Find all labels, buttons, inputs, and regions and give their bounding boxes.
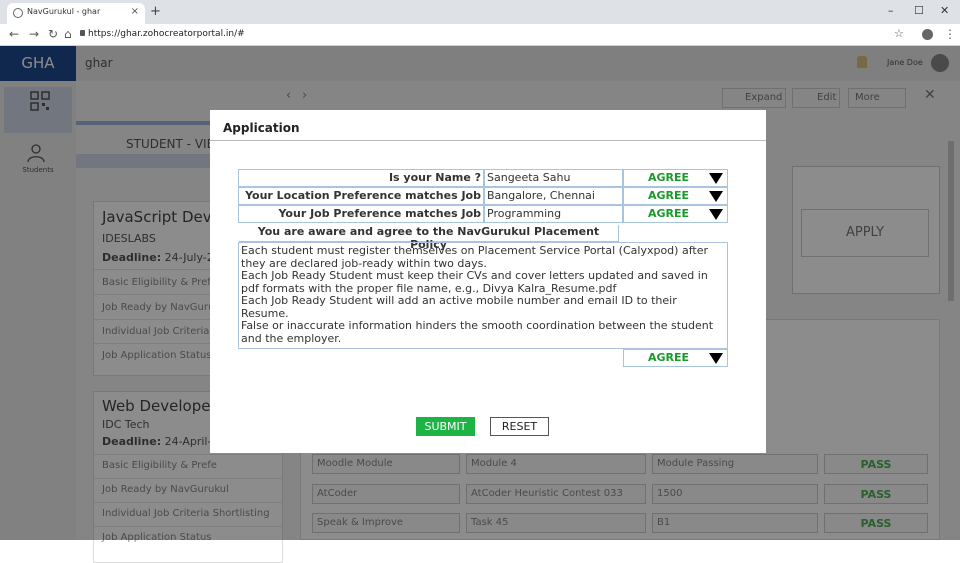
select-value: AGREE [648,189,690,202]
policy-agree-select[interactable]: AGREE [623,349,728,367]
dropdown-arrow-icon [709,209,723,220]
job-pref-agree-select[interactable]: AGREE [623,205,728,223]
divider [210,140,766,141]
home-icon[interactable]: ⌂ [64,27,72,41]
name-agree-select[interactable]: AGREE [623,169,728,187]
profile-icon[interactable] [922,29,933,40]
name-question: Is your Name ? [238,169,484,187]
forward-arrow-icon[interactable]: → [29,27,39,41]
job-pref-answer: Programming [484,205,623,223]
browser-tab-bar: NavGurukul - ghar × + – ☐ ✕ [0,0,960,24]
location-agree-select[interactable]: AGREE [623,187,728,205]
maximize-button[interactable]: ☐ [914,4,924,17]
dropdown-arrow-icon [709,191,723,202]
lock-icon [80,30,85,36]
select-value: AGREE [648,351,690,364]
tab-close-button[interactable]: × [131,6,139,17]
policy-text-box: Each student must register themselves on… [238,242,728,349]
submit-button[interactable]: SUBMIT [416,417,475,436]
job-pref-question: Your Job Preference matches Job [238,205,484,223]
location-question: Your Location Preference matches Job [238,187,484,205]
policy-line: Each student must register themselves on… [241,244,708,270]
address-bar: ← → ↻ ⌂ https://ghar.zohocreatorportal.i… [0,24,960,46]
back-arrow-icon[interactable]: ← [9,27,19,41]
reload-icon[interactable]: ↻ [48,27,58,41]
select-value: AGREE [648,207,690,220]
reset-button[interactable]: RESET [490,417,549,436]
new-tab-button[interactable]: + [150,5,161,18]
bookmark-star-icon[interactable]: ☆ [894,27,904,40]
name-answer: Sangeeta Sahu [484,169,623,187]
dialog-title: Application [223,121,300,135]
dropdown-arrow-icon [709,173,723,184]
policy-title: You are aware and agree to the NavGuruku… [239,225,619,251]
location-answer: Bangalore, Chennai [484,187,623,205]
browser-tab[interactable]: NavGurukul - ghar × [7,3,145,24]
url-field[interactable]: https://ghar.zohocreatorportal.in/# [88,29,245,39]
policy-line: Each Job Ready Student must keep their C… [241,269,708,295]
window-close-button[interactable]: ✕ [940,4,949,17]
policy-line: Each Job Ready Student will add an activ… [241,294,677,320]
browser-menu-icon[interactable]: ⋮ [944,27,956,41]
minimize-button[interactable]: – [888,4,894,17]
select-value: AGREE [648,171,690,184]
tab-title: NavGurukul - ghar [27,7,101,16]
favicon-icon [13,8,23,18]
dropdown-arrow-icon [709,353,723,364]
policy-line: False or inaccurate information hinders … [241,319,714,345]
